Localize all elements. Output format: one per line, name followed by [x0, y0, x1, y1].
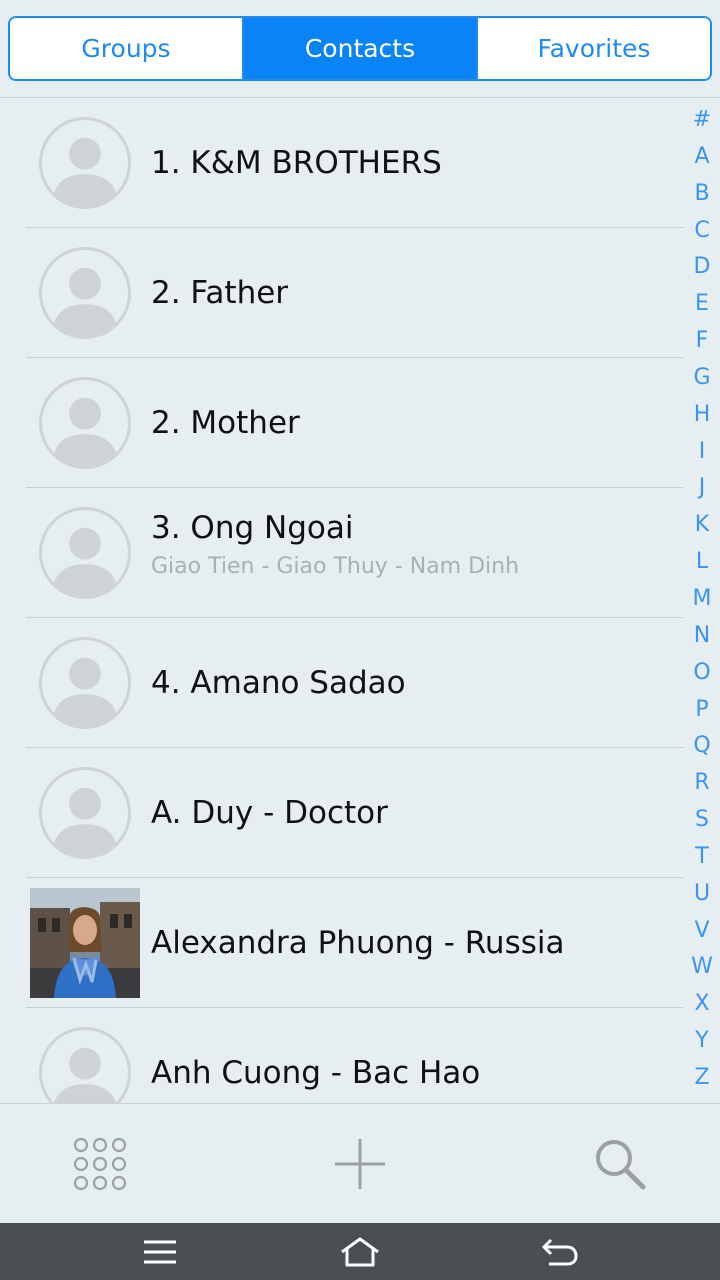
- index-letter[interactable]: C: [694, 218, 709, 243]
- index-letter[interactable]: G: [693, 365, 710, 390]
- tab-groups[interactable]: Groups: [10, 18, 244, 79]
- dialpad-button[interactable]: [40, 1104, 160, 1224]
- index-letter[interactable]: V: [694, 918, 709, 943]
- system-nav-bar: [0, 1223, 720, 1280]
- index-letter[interactable]: Z: [694, 1065, 709, 1090]
- default-avatar-icon: [39, 767, 131, 859]
- back-icon: [542, 1238, 578, 1265]
- index-letter[interactable]: H: [694, 402, 711, 427]
- contact-row[interactable]: Anh Cuong - Bac Hao: [0, 1008, 684, 1103]
- index-letter[interactable]: Y: [695, 1029, 708, 1053]
- contact-row[interactable]: A. Duy - Doctor: [0, 748, 684, 878]
- bottom-toolbar: [0, 1103, 720, 1223]
- default-avatar-icon: [39, 637, 131, 729]
- add-icon: [335, 1139, 385, 1189]
- contacts-app: Groups Contacts Favorites 1. K&M BROTHER…: [0, 0, 720, 1280]
- contact-name: 1. K&M BROTHERS: [151, 145, 442, 181]
- index-letter[interactable]: X: [694, 992, 709, 1016]
- home-button[interactable]: [310, 1223, 410, 1280]
- contact-subtitle: Giao Tien - Giao Thuy - Nam Dinh: [151, 554, 520, 579]
- contact-row[interactable]: 2. Father: [0, 228, 684, 358]
- dialpad-icon: [73, 1137, 127, 1191]
- default-avatar-icon: [39, 1027, 131, 1103]
- contact-name: 3. Ong Ngoai: [151, 510, 354, 546]
- search-button[interactable]: [560, 1104, 680, 1224]
- contact-name: Alexandra Phuong - Russia: [151, 925, 565, 961]
- contact-row[interactable]: 3. Ong Ngoai Giao Tien - Giao Thuy - Nam…: [0, 488, 684, 618]
- index-letter[interactable]: I: [699, 439, 706, 464]
- contact-name: 2. Mother: [151, 405, 300, 441]
- index-letter[interactable]: L: [696, 550, 708, 574]
- menu-button[interactable]: [110, 1223, 210, 1280]
- index-letter[interactable]: A: [694, 144, 709, 169]
- contact-name: 4. Amano Sadao: [151, 665, 406, 701]
- index-letter[interactable]: F: [696, 329, 709, 353]
- tab-contacts[interactable]: Contacts: [244, 18, 478, 79]
- contact-name: A. Duy - Doctor: [151, 795, 388, 831]
- default-avatar-icon: [39, 377, 131, 469]
- default-avatar-icon: [39, 247, 131, 339]
- contact-photo: [30, 888, 140, 998]
- contact-row[interactable]: 1. K&M BROTHERS: [0, 98, 684, 228]
- contact-row[interactable]: 4. Amano Sadao: [0, 618, 684, 748]
- add-contact-button[interactable]: [300, 1104, 420, 1224]
- contact-row[interactable]: Alexandra Phuong - Russia: [0, 878, 684, 1008]
- index-letter[interactable]: U: [694, 881, 710, 906]
- index-letter[interactable]: B: [694, 181, 709, 206]
- index-letter[interactable]: K: [695, 513, 709, 537]
- index-letter[interactable]: O: [693, 660, 710, 685]
- contact-list[interactable]: 1. K&M BROTHERS 2. Father 2. Mother 3. O…: [0, 98, 684, 1103]
- index-letter[interactable]: N: [694, 623, 710, 648]
- menu-icon: [144, 1240, 176, 1263]
- index-letter[interactable]: M: [693, 586, 712, 611]
- default-avatar-icon: [39, 117, 131, 209]
- index-letter[interactable]: #: [693, 108, 711, 132]
- index-letter[interactable]: P: [695, 697, 708, 722]
- contact-row[interactable]: 2. Mother: [0, 358, 684, 488]
- search-icon: [596, 1140, 646, 1190]
- alphabet-index[interactable]: # A B C D E F G H I J K L M N O P Q R S …: [684, 108, 720, 1090]
- index-letter[interactable]: S: [695, 808, 709, 832]
- index-letter[interactable]: W: [691, 955, 713, 979]
- home-icon: [341, 1237, 379, 1266]
- contact-name: 2. Father: [151, 275, 289, 311]
- index-letter[interactable]: J: [699, 476, 706, 500]
- index-letter[interactable]: Q: [693, 734, 710, 758]
- index-letter[interactable]: E: [695, 292, 709, 316]
- index-letter[interactable]: D: [694, 255, 711, 279]
- index-letter[interactable]: T: [695, 844, 708, 869]
- index-letter[interactable]: R: [694, 771, 709, 795]
- default-avatar-icon: [39, 507, 131, 599]
- contact-name: Anh Cuong - Bac Hao: [151, 1055, 481, 1091]
- tab-bar: Groups Contacts Favorites: [8, 16, 712, 81]
- tab-favorites[interactable]: Favorites: [478, 18, 710, 79]
- back-button[interactable]: [510, 1223, 610, 1280]
